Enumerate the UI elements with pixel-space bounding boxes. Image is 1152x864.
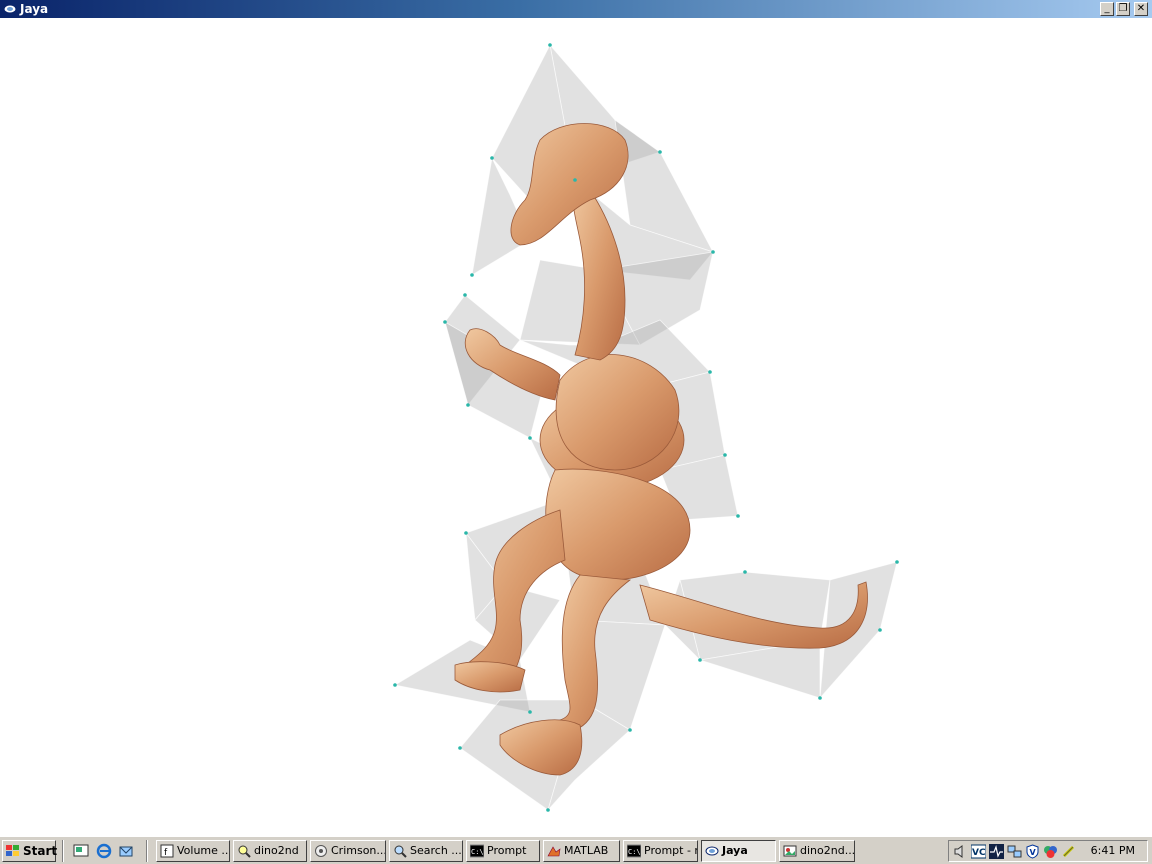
- svg-text:C:\: C:\: [628, 848, 641, 856]
- task-label: dino2nd...: [800, 844, 855, 857]
- outlook-express-icon[interactable]: [118, 843, 134, 859]
- taskbar-button-jaya[interactable]: Jaya: [701, 840, 776, 862]
- network-connection-icon[interactable]: [1007, 844, 1022, 859]
- taskbar-separator: [146, 840, 148, 862]
- jaya-app-icon: [705, 846, 719, 856]
- volume-app-icon: f: [160, 844, 174, 858]
- task-label: Prompt: [487, 844, 527, 857]
- svg-text:C:\: C:\: [471, 848, 484, 856]
- window-titlebar[interactable]: Jaya _ ❐ ✕: [0, 0, 1152, 18]
- taskbar-button-dino2nd-viewer[interactable]: dino2nd...: [779, 840, 855, 862]
- task-label: Jaya: [722, 844, 748, 857]
- start-button[interactable]: Start: [2, 840, 58, 862]
- task-label: MATLAB: [564, 844, 609, 857]
- image-viewer-icon: [783, 845, 797, 857]
- power-plug-icon[interactable]: [1061, 844, 1076, 859]
- jaya-app-icon: [3, 4, 17, 14]
- minimize-button[interactable]: _: [1100, 2, 1114, 16]
- crimson-editor-icon: [315, 845, 327, 857]
- virtual-console-icon[interactable]: VC: [971, 844, 986, 859]
- taskbar-button-matlab[interactable]: MATLAB: [543, 840, 620, 862]
- search-icon: [394, 845, 407, 858]
- restore-button[interactable]: ❐: [1116, 2, 1130, 16]
- taskbar-button-prompt[interactable]: C:\ Prompt: [466, 840, 540, 862]
- task-label: dino2nd: [254, 844, 299, 857]
- taskbar-button-prompt-r[interactable]: C:\ Prompt - r: [623, 840, 698, 862]
- taskbar: Start f Volume ... dino2nd Crimson... Se…: [0, 836, 1152, 864]
- window-title: Jaya: [20, 2, 49, 16]
- taskbar-button-search[interactable]: Search ...: [389, 840, 463, 862]
- svg-text:V: V: [1030, 848, 1037, 857]
- svg-text:VC: VC: [972, 848, 986, 858]
- folder-search-icon: [238, 845, 251, 858]
- system-tray: VC V 6:41 PM: [948, 840, 1148, 862]
- volume-icon[interactable]: [953, 844, 968, 859]
- matlab-icon: [547, 846, 561, 857]
- taskbar-button-crimson[interactable]: Crimson...: [310, 840, 386, 862]
- start-label: Start: [23, 844, 58, 858]
- network-monitor-icon[interactable]: [989, 844, 1004, 859]
- taskbar-separator: [62, 840, 64, 862]
- internet-explorer-icon[interactable]: [96, 843, 112, 859]
- task-label: Prompt - r: [644, 844, 698, 857]
- dinosaur-render: [393, 43, 899, 812]
- system-clock[interactable]: 6:41 PM: [1091, 841, 1135, 861]
- antivirus-shield-icon[interactable]: V: [1025, 844, 1040, 859]
- command-prompt-icon: C:\: [627, 844, 641, 858]
- close-button[interactable]: ✕: [1134, 2, 1148, 16]
- taskbar-button-volume[interactable]: f Volume ...: [156, 840, 230, 862]
- task-label: Crimson...: [331, 844, 386, 857]
- 3d-viewport[interactable]: [0, 18, 1152, 836]
- command-prompt-icon: C:\: [470, 844, 484, 858]
- show-desktop-icon[interactable]: [73, 843, 89, 859]
- task-label: Search ...: [410, 844, 462, 857]
- display-settings-icon[interactable]: [1043, 844, 1058, 859]
- taskbar-button-dino2nd[interactable]: dino2nd: [233, 840, 307, 862]
- windows-logo-icon: [6, 845, 19, 856]
- task-label: Volume ...: [177, 844, 230, 857]
